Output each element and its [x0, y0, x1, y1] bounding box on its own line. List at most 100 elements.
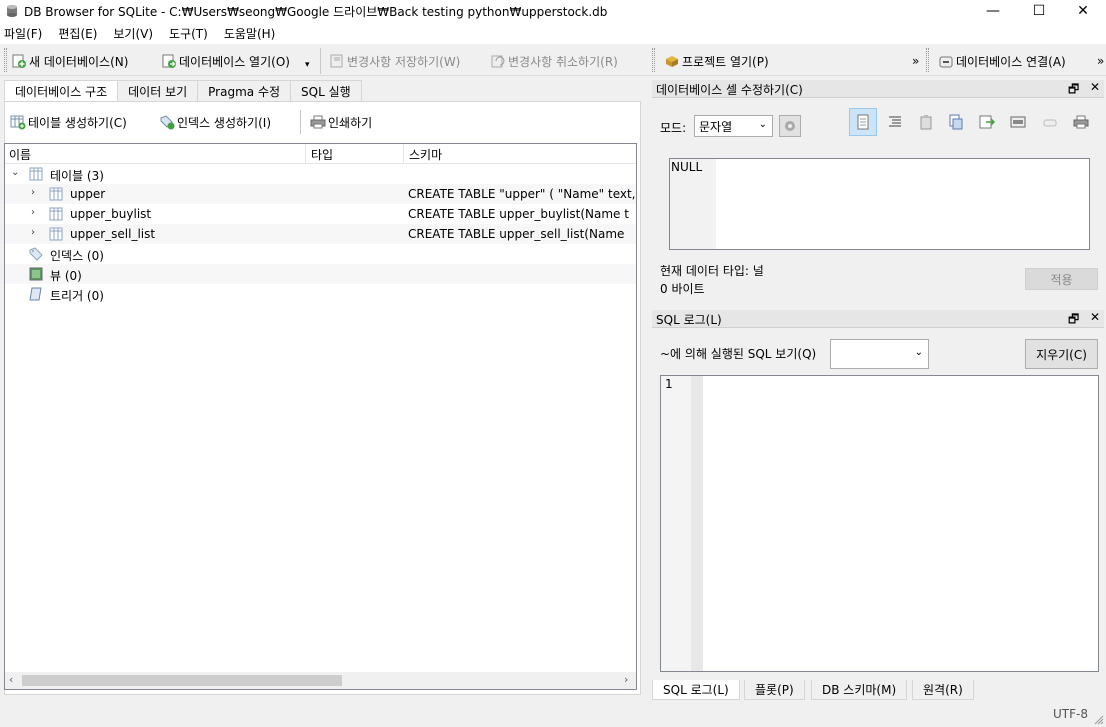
sql-log-editor[interactable]: 1: [660, 375, 1099, 672]
word-wrap-toggle[interactable]: [849, 108, 877, 136]
toolbar-overflow-button[interactable]: »: [912, 51, 919, 71]
close-dock-icon[interactable]: ✕: [1090, 80, 1100, 94]
toolbar-grip: [926, 48, 929, 72]
document-text-icon: [857, 114, 869, 130]
tab-edit-pragmas[interactable]: Pragma 수정: [197, 80, 292, 101]
open-project-button[interactable]: 프로젝트 열기(P): [664, 51, 769, 71]
header-divider: [305, 144, 306, 164]
window-title: DB Browser for SQLite - C:₩Users₩seong₩G…: [24, 5, 608, 19]
tab-database-structure[interactable]: 데이터베이스 구조: [4, 80, 119, 102]
menu-tools[interactable]: 도구(T): [169, 25, 216, 42]
close-dock-icon[interactable]: ✕: [1090, 310, 1100, 324]
separator: [300, 110, 301, 134]
float-dock-icon[interactable]: 🗗: [1068, 80, 1079, 101]
toolbar-separator: [320, 48, 321, 74]
scrollbar-thumb[interactable]: [22, 675, 342, 686]
tree-row-indices[interactable]: 인덱스 (0): [5, 244, 636, 264]
tree-row-table[interactable]: › upper_sell_list CREATE TABLE upper_sel…: [5, 224, 636, 244]
undo-icon: [491, 55, 505, 68]
table-icon: [49, 207, 63, 221]
close-window-button[interactable]: ✕: [1060, 0, 1106, 22]
tree-row-tables[interactable]: ⌄ 테이블 (3): [5, 164, 636, 184]
chevron-right-icon[interactable]: ›: [31, 187, 35, 198]
schema-tree[interactable]: 이름 타입 스키마 ⌄ 테이블 (3) › upper CREATE TABLE…: [4, 143, 637, 690]
cell-editor[interactable]: NULL: [669, 158, 1090, 250]
chevron-right-icon[interactable]: ›: [31, 207, 35, 218]
open-database-button[interactable]: 데이터베이스 열기(O): [161, 51, 290, 71]
auto-format-button[interactable]: [881, 108, 909, 136]
current-data-type: 현재 데이터 타입: 널: [660, 264, 764, 278]
chevron-right-icon[interactable]: ›: [31, 227, 35, 238]
table-schema: CREATE TABLE "upper" ( "Name" text,: [408, 187, 636, 201]
column-header-type[interactable]: 타입: [311, 146, 333, 163]
line-number-gutter: [661, 376, 703, 671]
apply-button[interactable]: 적용: [1025, 268, 1098, 290]
mode-value: 문자열: [699, 119, 733, 134]
clear-log-button[interactable]: 지우기(C): [1025, 339, 1098, 369]
create-table-button[interactable]: 테이블 생성하기(C): [10, 112, 127, 132]
attach-database-button[interactable]: 데이터베이스 연결(A): [938, 51, 1066, 71]
print-button[interactable]: 인쇄하기: [310, 112, 372, 132]
tree-label-views: 뷰 (0): [50, 269, 82, 283]
float-dock-icon[interactable]: 🗗: [1068, 310, 1079, 331]
mode-select[interactable]: 문자열 ⌄: [694, 115, 773, 137]
tab-browse-data[interactable]: 데이터 보기: [117, 80, 199, 101]
create-index-icon: [160, 115, 175, 130]
create-index-button[interactable]: 인덱스 생성하기(I): [159, 112, 271, 132]
toolbar-grip: [4, 48, 7, 72]
new-database-icon: [12, 54, 26, 68]
set-null-button[interactable]: [912, 108, 940, 136]
new-database-button[interactable]: 새 데이터베이스(N): [11, 51, 128, 71]
view-icon: [29, 267, 43, 281]
minimize-button[interactable]: —: [970, 0, 1016, 22]
revert-changes-button[interactable]: 변경사항 취소하기(R): [490, 51, 618, 71]
title-bar: DB Browser for SQLite - C:₩Users₩seong₩G…: [0, 0, 1106, 22]
menu-view[interactable]: 보기(V): [113, 25, 161, 42]
tree-label-indices: 인덱스 (0): [50, 249, 104, 263]
open-in-external-button[interactable]: [1004, 108, 1032, 136]
tab-db-schema[interactable]: DB 스키마(M): [811, 680, 908, 700]
indent-icon: [889, 116, 901, 127]
printer-icon: [1073, 115, 1089, 129]
table-name: upper_buylist: [70, 207, 152, 221]
scroll-right-icon[interactable]: ›: [624, 673, 628, 686]
scroll-left-icon[interactable]: ‹: [9, 673, 13, 686]
submitted-by-label: ~에 의해 실행된 SQL 보기(Q): [660, 347, 817, 361]
column-header-name[interactable]: 이름: [9, 146, 31, 163]
tree-row-table[interactable]: › upper CREATE TABLE "upper" ( "Name" te…: [5, 184, 636, 204]
tree-row-views[interactable]: 뷰 (0): [5, 264, 636, 284]
horizontal-scrollbar[interactable]: ‹ ›: [5, 672, 636, 689]
print-cell-button[interactable]: [1067, 108, 1095, 136]
auto-switch-mode-button[interactable]: [779, 115, 801, 137]
open-database-icon: [162, 54, 176, 68]
toolbar-overflow-button-2[interactable]: »: [1097, 51, 1104, 71]
clear-cell-button[interactable]: [1036, 108, 1064, 136]
chevron-down-icon[interactable]: ⌄: [11, 167, 19, 178]
column-header-schema[interactable]: 스키마: [409, 146, 442, 163]
resize-grip-icon[interactable]: [1094, 715, 1104, 725]
tab-execute-sql[interactable]: SQL 실행: [290, 80, 362, 101]
gear-icon: [785, 121, 795, 131]
write-changes-button[interactable]: 변경사항 저장하기(W): [329, 51, 460, 71]
open-database-dropdown-icon[interactable]: ▾: [305, 55, 310, 75]
submitted-by-select[interactable]: ⌄: [830, 339, 929, 369]
tab-sql-log[interactable]: SQL 로그(L): [652, 680, 740, 700]
tab-remote[interactable]: 원격(R): [912, 680, 974, 700]
edit-cell-title: 데이터베이스 셀 수정하기(C): [656, 83, 803, 97]
export-file-icon: [979, 115, 995, 129]
export-button[interactable]: [973, 108, 1001, 136]
clipboard-icon: [920, 115, 932, 130]
sql-log-title: SQL 로그(L): [656, 313, 722, 327]
maximize-button[interactable]: ☐: [1016, 0, 1062, 22]
tree-header: 이름 타입 스키마: [5, 144, 636, 164]
table-schema: CREATE TABLE upper_sell_list(Name: [408, 227, 625, 241]
tree-row-table[interactable]: › upper_buylist CREATE TABLE upper_buyli…: [5, 204, 636, 224]
menu-file[interactable]: 파일(F): [4, 25, 50, 42]
menu-edit[interactable]: 편집(E): [58, 25, 105, 42]
main-tabs: 데이터베이스 구조 데이터 보기 Pragma 수정 SQL 실행: [4, 80, 362, 102]
menu-help[interactable]: 도움말(H): [224, 25, 284, 42]
tree-row-triggers[interactable]: 트리거 (0): [5, 284, 636, 304]
tab-plot[interactable]: 플롯(P): [744, 680, 805, 700]
index-icon: [29, 247, 43, 261]
import-button[interactable]: [942, 108, 970, 136]
